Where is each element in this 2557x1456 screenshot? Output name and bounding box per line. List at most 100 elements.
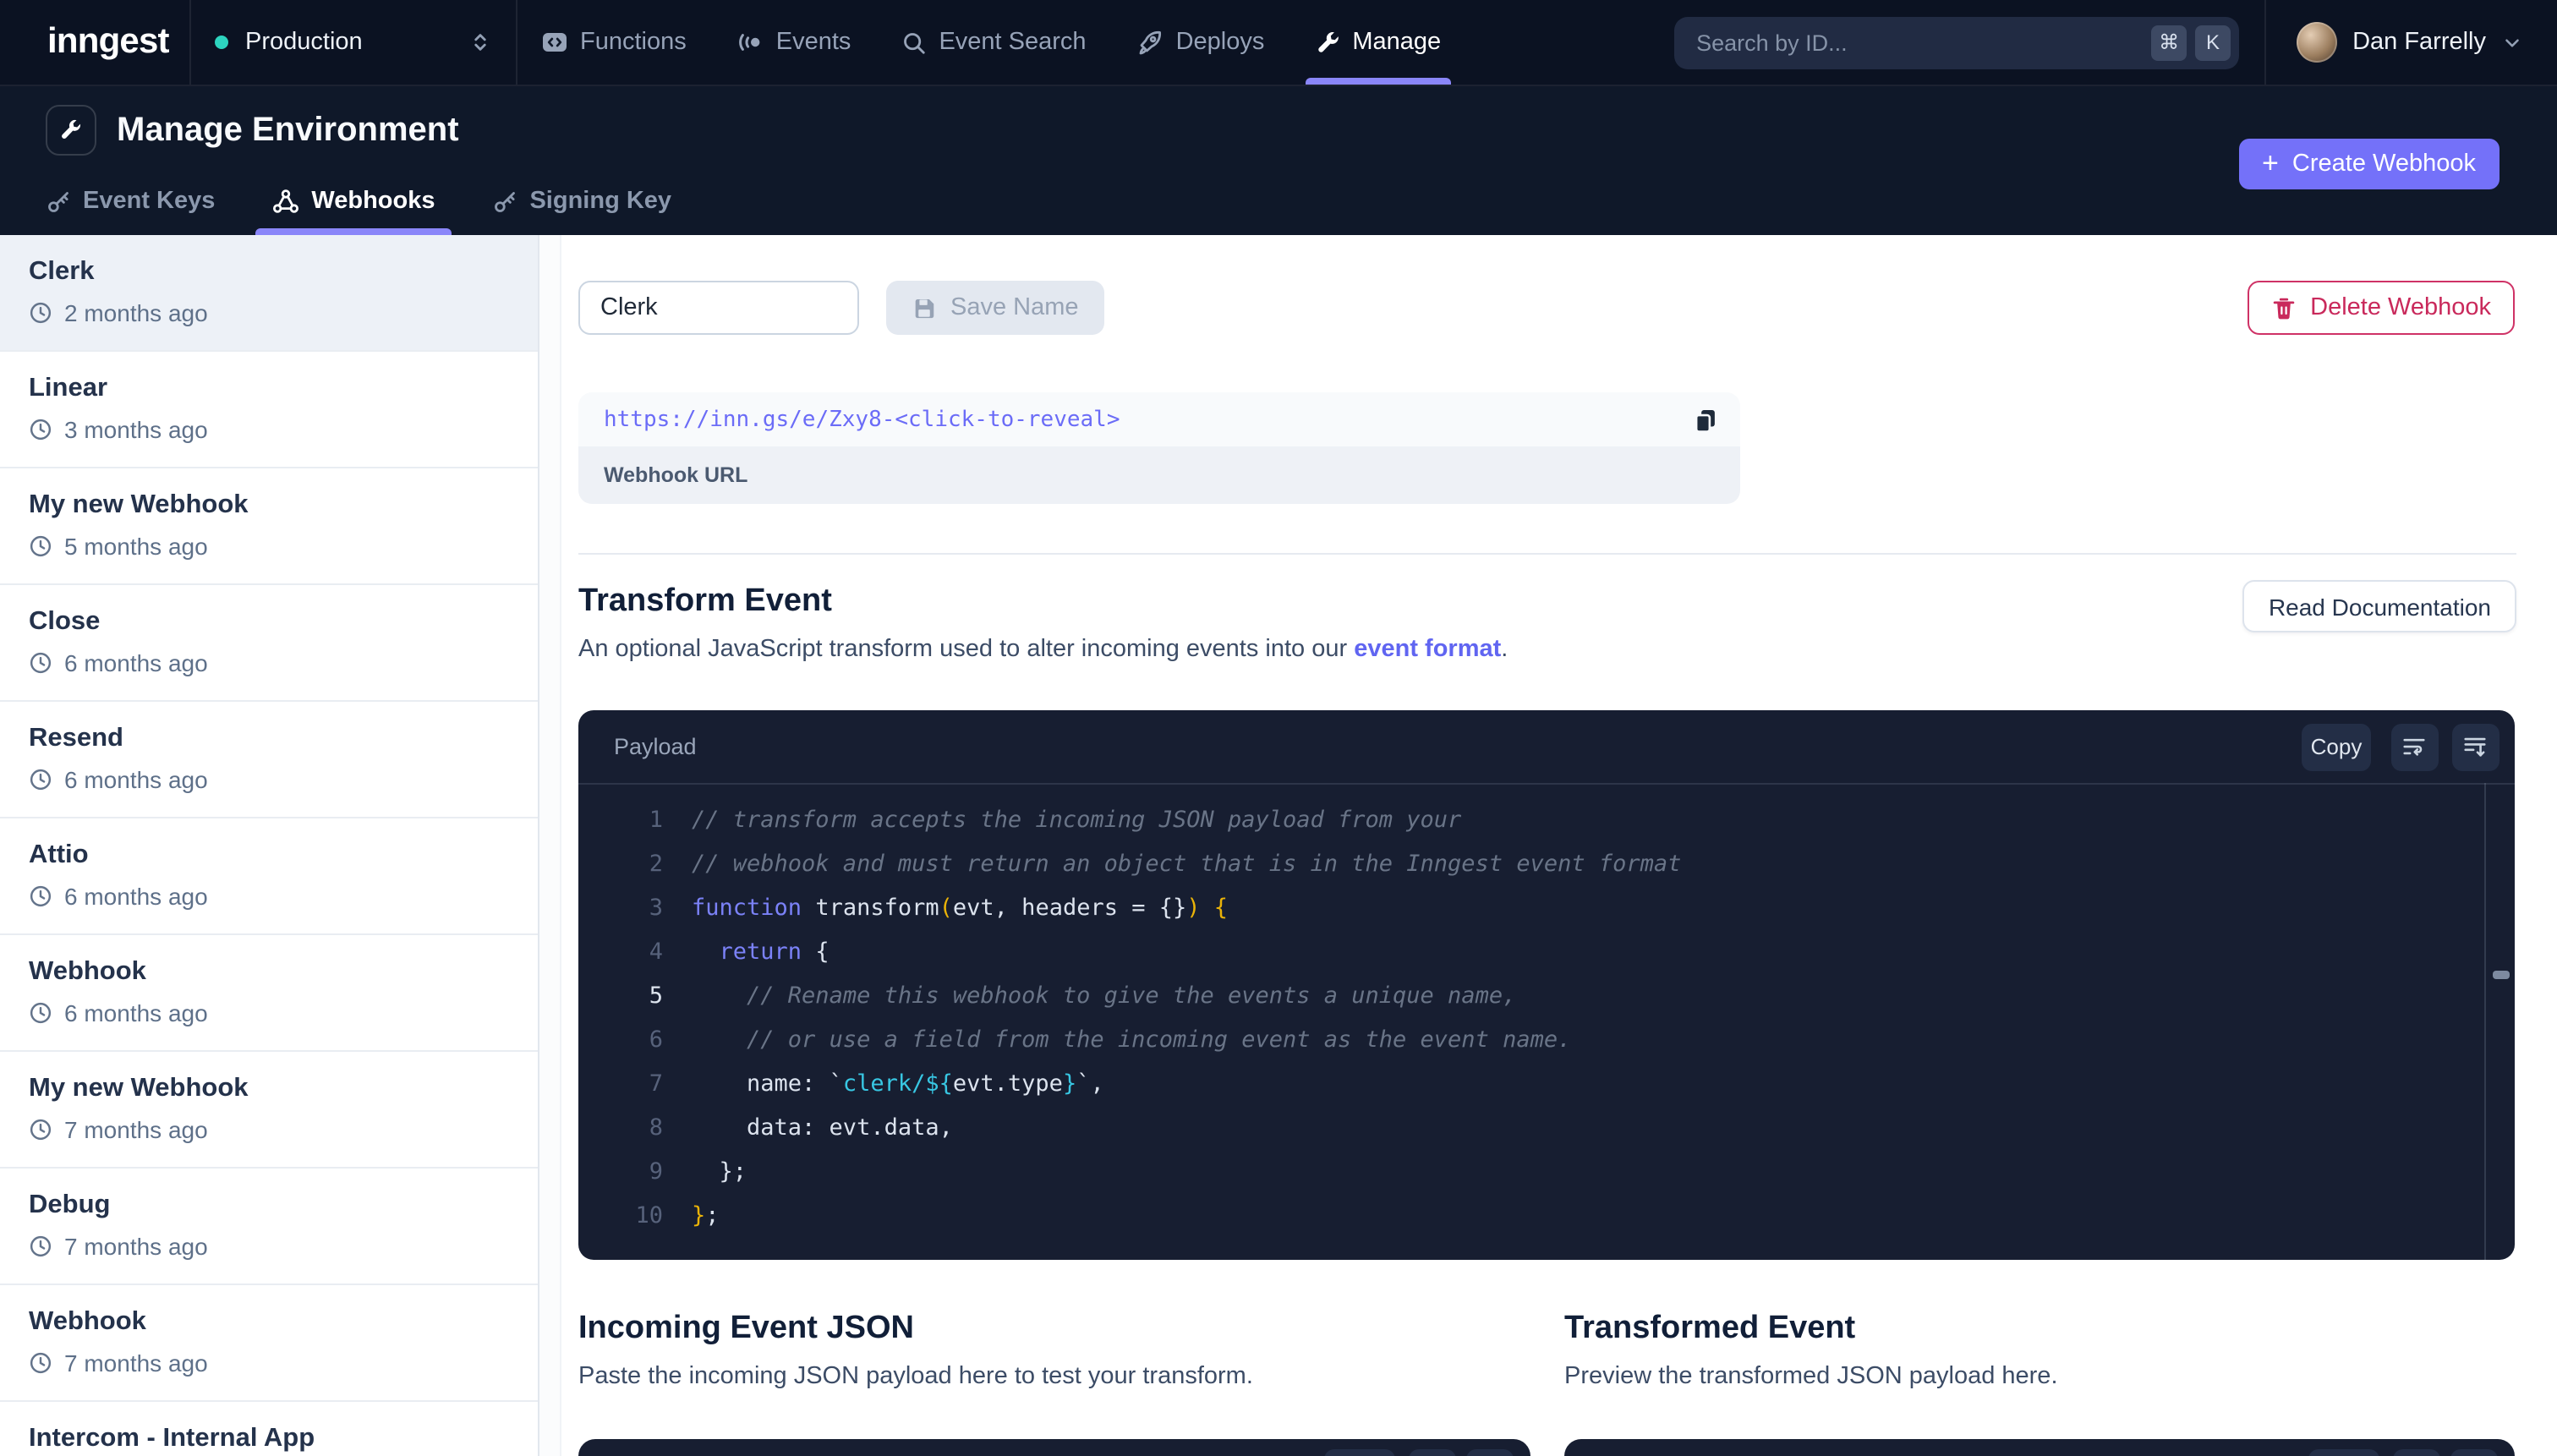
code-line: 7 name: `clerk/${evt.type}`, [578, 1062, 2515, 1106]
list-item[interactable]: Intercom - Internal App [0, 1402, 538, 1456]
copy-button[interactable] [2308, 1449, 2379, 1456]
transform-code-editor[interactable]: Payload Copy 1// transform accepts the i… [578, 710, 2515, 1260]
code-line: 1// transform accepts the incoming JSON … [578, 798, 2515, 842]
delete-webhook-button[interactable]: Delete Webhook [2248, 281, 2515, 335]
incoming-event-editor[interactable] [578, 1439, 1530, 1456]
webhook-item-updated: 2 months ago [29, 299, 538, 326]
tab-webhooks[interactable]: Webhooks [255, 167, 452, 235]
webhook-item-name: My new Webhook [29, 490, 538, 521]
payload-tab[interactable]: Payload [614, 734, 697, 759]
scroll-to-bottom-icon-button[interactable] [2451, 723, 2499, 770]
search-placeholder: Search by ID... [1696, 30, 2143, 55]
webhook-item-name: Webhook [29, 957, 538, 988]
scrollbar-thumb[interactable] [2492, 971, 2509, 979]
transformed-event-description: Preview the transformed JSON payload her… [1564, 1363, 2058, 1390]
webhook-icon [272, 188, 299, 215]
nav-link-events[interactable]: Events [737, 0, 851, 85]
scroll-to-bottom-icon-button[interactable] [1466, 1449, 1514, 1456]
environment-name: Production [245, 29, 363, 56]
webhook-item-updated: 6 months ago [29, 766, 538, 793]
tab-signing-key[interactable]: Signing Key [475, 167, 688, 235]
list-item[interactable]: Attio6 months ago [0, 818, 538, 935]
rocket-icon [1137, 29, 1164, 56]
section-divider [578, 553, 2516, 555]
list-item[interactable]: Linear3 months ago [0, 352, 538, 468]
search-input[interactable]: Search by ID... ⌘ K [1674, 16, 2239, 68]
list-item[interactable]: My new Webhook5 months ago [0, 468, 538, 585]
user-name: Dan Farrelly [2352, 29, 2486, 56]
word-wrap-icon-button[interactable] [2393, 1449, 2440, 1456]
inngest-logo: inngest [0, 0, 191, 85]
webhook-item-name: Linear [29, 374, 538, 404]
trash-icon [2271, 295, 2297, 320]
create-webhook-button[interactable]: + Create Webhook [2238, 139, 2500, 189]
list-item[interactable]: Webhook7 months ago [0, 1285, 538, 1402]
webhook-item-updated: 7 months ago [29, 1349, 538, 1377]
code-line: 6 // or use a field from the incoming ev… [578, 1018, 2515, 1062]
code-line: 3function transform(evt, headers = {}) { [578, 886, 2515, 930]
list-item[interactable]: Close 6 months ago [0, 585, 538, 702]
chevron-down-icon [2501, 31, 2523, 53]
key-icon [492, 189, 517, 214]
webhook-item-name: Debug [29, 1191, 538, 1221]
list-scrollbar-gutter[interactable] [539, 235, 561, 1456]
word-wrap-icon-button[interactable] [2390, 723, 2438, 770]
clock-icon [29, 418, 52, 441]
search-icon [901, 30, 927, 55]
copy-url-icon[interactable] [1693, 407, 1718, 432]
clock-icon [29, 534, 52, 558]
clock-icon [29, 1118, 52, 1141]
user-menu[interactable]: Dan Farrelly [2264, 0, 2557, 85]
environment-switcher[interactable]: Production [191, 0, 517, 85]
copy-button[interactable] [1324, 1449, 1395, 1456]
k-key-badge: K [2195, 25, 2231, 60]
transform-event-description: An optional JavaScript transform used to… [578, 636, 1508, 663]
code-line: 5 // Rename this webhook to give the eve… [578, 974, 2515, 1018]
word-wrap-icon-button[interactable] [1409, 1449, 1456, 1456]
webhook-list: Clerk2 months agoLinear3 months agoMy ne… [0, 235, 539, 1456]
webhook-item-name: Resend [29, 724, 538, 754]
webhook-item-name: Clerk [29, 257, 538, 287]
code-line: 9 }; [578, 1150, 2515, 1194]
scroll-down-icon [2462, 734, 2488, 759]
webhook-item-name: My new Webhook [29, 1074, 538, 1104]
webhook-item-name: Close [29, 607, 538, 638]
editor-scrollbar[interactable] [2484, 783, 2515, 1260]
scroll-to-bottom-icon-button[interactable] [2450, 1449, 2498, 1456]
event-format-link[interactable]: event format [1354, 636, 1501, 663]
webhook-item-updated: 7 months ago [29, 1233, 538, 1260]
code-line: 8 data: evt.data, [578, 1106, 2515, 1150]
code-lines[interactable]: 1// transform accepts the incoming JSON … [578, 785, 2515, 1238]
list-item[interactable]: Debug 7 months ago [0, 1169, 538, 1285]
webhook-item-updated: 6 months ago [29, 649, 538, 676]
webhook-url-value[interactable]: https://inn.gs/e/Zxy8-<click-to-reveal> [604, 407, 1693, 432]
code-line: 2// webhook and must return an object th… [578, 842, 2515, 886]
tab-event-keys[interactable]: Event Keys [29, 167, 232, 235]
copy-code-button[interactable]: Copy [2302, 723, 2371, 770]
app-window: inngest Production Functions Events Even… [0, 0, 2557, 1456]
webhook-name-input[interactable] [578, 281, 859, 335]
save-name-button[interactable]: Save Name [886, 281, 1104, 335]
read-documentation-button[interactable]: Read Documentation [2243, 580, 2516, 632]
nav-link-functions[interactable]: Functions [541, 0, 687, 85]
manage-icon-box [46, 105, 96, 156]
clock-icon [29, 768, 52, 791]
transformed-event-preview[interactable] [1564, 1439, 2515, 1456]
nav-link-deploys[interactable]: Deploys [1137, 0, 1265, 85]
clock-icon [29, 1234, 52, 1258]
list-item[interactable]: Resend 6 months ago [0, 702, 538, 818]
chevron-up-down-icon [468, 30, 492, 54]
nav-link-event-search[interactable]: Event Search [901, 0, 1086, 85]
page-header: Manage Environment Event Keys Webhooks S… [0, 86, 2557, 235]
nav-links: Functions Events Event Search Deploys Ma… [541, 0, 1441, 85]
key-icon [46, 189, 71, 214]
nav-link-manage[interactable]: Manage [1315, 0, 1441, 85]
clock-icon [29, 651, 52, 675]
plus-icon: + [2262, 146, 2279, 180]
list-item[interactable]: Webhook6 months ago [0, 935, 538, 1052]
list-item[interactable]: My new Webhook7 months ago [0, 1052, 538, 1169]
transform-event-title: Transform Event [578, 583, 832, 621]
webhook-item-name: Attio [29, 840, 538, 871]
top-nav: inngest Production Functions Events Even… [0, 0, 2557, 86]
list-item[interactable]: Clerk 2 months ago [0, 235, 538, 352]
